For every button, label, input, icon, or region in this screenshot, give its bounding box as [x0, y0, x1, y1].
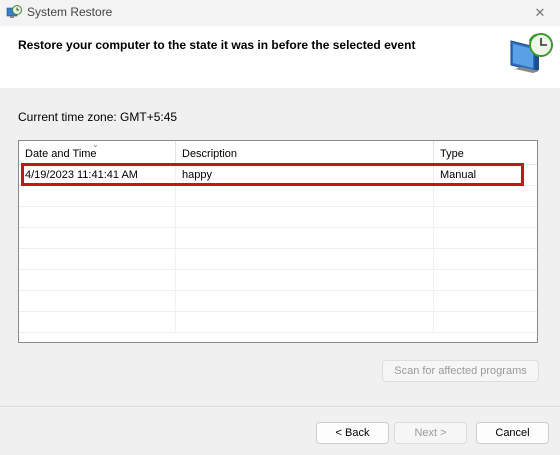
- timezone-label: Current time zone: GMT+5:45: [18, 110, 178, 124]
- empty-row: [19, 186, 537, 207]
- close-button[interactable]: ✕: [520, 0, 560, 26]
- title-bar: System Restore ✕: [0, 0, 560, 26]
- table-row[interactable]: 4/19/2023 11:41:41 AM happy Manual: [19, 165, 537, 186]
- row-type: Manual: [440, 169, 477, 181]
- close-icon: ✕: [534, 5, 546, 20]
- restore-monitor-clock-icon: [510, 33, 553, 73]
- empty-row: [19, 312, 537, 333]
- empty-row: [19, 270, 537, 291]
- column-header-type[interactable]: Type: [434, 141, 537, 164]
- row-date: 4/19/2023 11:41:41 AM: [19, 165, 176, 186]
- row-description: happy: [176, 165, 434, 186]
- next-button[interactable]: Next >: [394, 422, 467, 444]
- system-restore-icon: [6, 5, 22, 18]
- cancel-button[interactable]: Cancel: [476, 422, 549, 444]
- column-header-description[interactable]: Description: [176, 141, 434, 164]
- scan-affected-programs-button[interactable]: Scan for affected programs: [382, 360, 539, 382]
- empty-row: [19, 207, 537, 228]
- page-heading: Restore your computer to the state it wa…: [18, 38, 416, 52]
- window-title: System Restore: [27, 5, 113, 19]
- empty-row: [19, 228, 537, 249]
- restore-points-list[interactable]: Date and Time ⌄ Description Type 4/19/20…: [18, 140, 538, 343]
- empty-row: [19, 291, 537, 312]
- back-button[interactable]: < Back: [316, 422, 389, 444]
- footer-divider: [0, 406, 560, 407]
- header-panel: [0, 26, 560, 88]
- empty-row: [19, 249, 537, 270]
- list-header: Date and Time ⌄ Description Type: [19, 140, 537, 165]
- sort-chevron-icon: ⌄: [92, 140, 99, 149]
